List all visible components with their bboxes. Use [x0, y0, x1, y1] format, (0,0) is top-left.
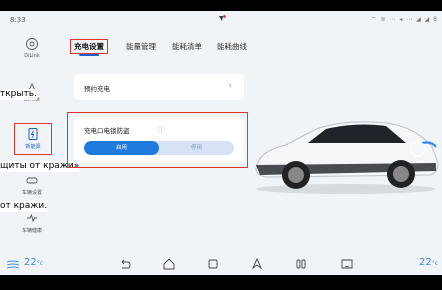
back-icon[interactable]: [118, 257, 132, 271]
tab-energy-curve[interactable]: 能耗曲线: [217, 41, 247, 52]
temp-right-value: 22: [418, 257, 432, 268]
sidebar-item-dilink[interactable]: DiLink: [0, 37, 64, 73]
overlay-text-1: ткрыть.: [0, 89, 37, 100]
sidebar-item-label: DiLink: [24, 53, 40, 59]
top-black-bar: [0, 0, 442, 11]
sidebar-item-vehicle-health[interactable]: 车辆健康: [0, 211, 64, 247]
sidebar: DiLink DiPilot 新能源 车辆设置 车辆健康: [0, 29, 64, 249]
vehicle-health-icon: [27, 213, 37, 223]
camera-icon[interactable]: [340, 257, 354, 271]
sidebar-item-new-energy[interactable]: 新能源: [14, 123, 52, 155]
screen: 8:33 ⌔ ≋ ⋯ ◂ ⋯ ◢ ◢ 8 DiLink DiPilot 新能源 …: [0, 11, 442, 275]
tab-energy-list[interactable]: 能耗清单: [172, 41, 202, 52]
option-disable[interactable]: 停用: [159, 141, 234, 155]
active-tab-indicator: [79, 54, 99, 56]
media-icon[interactable]: [294, 257, 308, 271]
status-icons: ⌔ ≋ ⋯ ◂ ⋯ ◢ ◢ 8: [370, 16, 438, 23]
tab-label: 充电设置: [74, 42, 104, 51]
sidebar-item-label: 新能源: [25, 144, 41, 150]
info-icon[interactable]: ⓘ: [158, 124, 165, 134]
vehicle-settings-icon: [26, 177, 38, 184]
fan-icon[interactable]: [6, 257, 20, 271]
dilink-icon: [26, 38, 38, 50]
chevron-right-icon: ›: [228, 81, 232, 91]
recent-apps-icon[interactable]: [206, 257, 220, 271]
bottom-dock: 22°c 22°c: [0, 253, 442, 275]
record-indicator-icon: [219, 15, 226, 21]
tab-energy-management[interactable]: 能量管理: [126, 41, 156, 52]
sidebar-item-label: 车辆健康: [21, 228, 42, 234]
navigation-icon[interactable]: [250, 257, 264, 271]
charging-port-lock-label: 充电口电锁防盗: [84, 127, 130, 135]
temperature-left[interactable]: 22°c: [24, 257, 43, 268]
temp-left-unit: °c: [36, 260, 44, 267]
tab-charging-settings[interactable]: 充电设置: [70, 39, 108, 56]
new-energy-icon: [28, 128, 38, 140]
home-icon[interactable]: [162, 257, 176, 271]
charging-port-lock-card: 充电口电锁防盗 ⓘ 启用 停用: [74, 117, 244, 163]
car-illustration: [255, 121, 439, 194]
overlay-text-3: от кражи.: [0, 201, 48, 212]
option-enable[interactable]: 启用: [84, 141, 159, 155]
temp-left-value: 22: [24, 257, 37, 268]
sidebar-item-label: 车辆设置: [21, 190, 42, 196]
status-time: 8:33: [10, 16, 26, 24]
scheduled-charging-label: 预约充电: [84, 85, 110, 93]
bottom-black-bar: [0, 275, 442, 290]
scheduled-charging-row[interactable]: 预约充电 ›: [74, 74, 244, 100]
temperature-right[interactable]: 22°c: [419, 257, 438, 268]
charging-lock-toggle[interactable]: 启用 停用: [84, 141, 234, 155]
status-bar: 8:33 ⌔ ≋ ⋯ ◂ ⋯ ◢ ◢ 8: [0, 11, 442, 31]
temp-right-unit: °c: [431, 260, 438, 267]
